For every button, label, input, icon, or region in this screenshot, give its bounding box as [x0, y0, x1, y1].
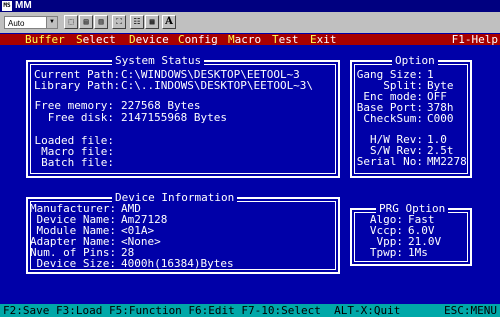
- copy-icon[interactable]: ▤: [79, 15, 93, 29]
- esc-menu-hint[interactable]: ESC:MENU: [444, 305, 497, 316]
- paste-icon[interactable]: ▥: [94, 15, 108, 29]
- serial-value: MM2278: [427, 155, 467, 168]
- app-icon[interactable]: MS: [2, 1, 12, 11]
- tpwp-value: 1Ms: [408, 246, 428, 259]
- window-title: MM: [15, 0, 32, 11]
- title-bar: MS MM: [0, 0, 500, 12]
- help-hint[interactable]: F1-Help: [452, 34, 498, 45]
- menu-test[interactable]: Test: [272, 34, 299, 45]
- device-size-label: Device Size:: [36, 257, 116, 270]
- library-path-value: C:\..INDOWS\DESKTOP\EETOOL~3\: [121, 79, 314, 92]
- serial-label: Serial No:: [356, 155, 423, 168]
- free-memory-value: 227568 Bytes: [121, 99, 201, 112]
- menu-config[interactable]: Config: [178, 34, 218, 45]
- device-size-value: 4000h(16384)Bytes: [121, 257, 234, 270]
- mark-icon[interactable]: ⬚: [64, 15, 78, 29]
- checksum-value: C000: [427, 112, 454, 125]
- function-key-hints: F2:Save F3:Load F5:Function F6:Edit F7-1…: [3, 304, 401, 317]
- font-size-value: Auto: [8, 19, 25, 28]
- free-disk-label: Free disk:: [47, 111, 114, 124]
- option-title: Option: [392, 55, 438, 67]
- menu-macro[interactable]: Macro: [228, 34, 261, 45]
- menu-device[interactable]: Device: [129, 34, 169, 45]
- checksum-label: CheckSum:: [363, 112, 423, 125]
- menu-buffer[interactable]: Buffer: [25, 34, 71, 45]
- library-path-label: Library Path:: [34, 79, 121, 92]
- menu-select[interactable]: Select: [76, 34, 116, 45]
- full-screen-icon[interactable]: ⛶: [112, 15, 126, 29]
- system-status-title: System Status: [112, 55, 205, 67]
- free-disk-value: 2147155968 Bytes: [121, 111, 227, 124]
- tpwp-label: Tpwp:: [369, 246, 403, 259]
- batch-file-label: Batch file:: [41, 156, 114, 169]
- font-button[interactable]: A: [162, 15, 176, 29]
- menu-exit[interactable]: Exit: [310, 34, 337, 45]
- chevron-down-icon[interactable]: ▼: [46, 17, 57, 28]
- font-size-select[interactable]: Auto ▼: [4, 16, 58, 29]
- background-icon[interactable]: ▦: [145, 15, 159, 29]
- properties-icon[interactable]: ☷: [130, 15, 144, 29]
- free-memory-label: Free memory:: [34, 99, 114, 112]
- status-bar: F2:Save F3:Load F5:Function F6:Edit F7-1…: [0, 304, 500, 317]
